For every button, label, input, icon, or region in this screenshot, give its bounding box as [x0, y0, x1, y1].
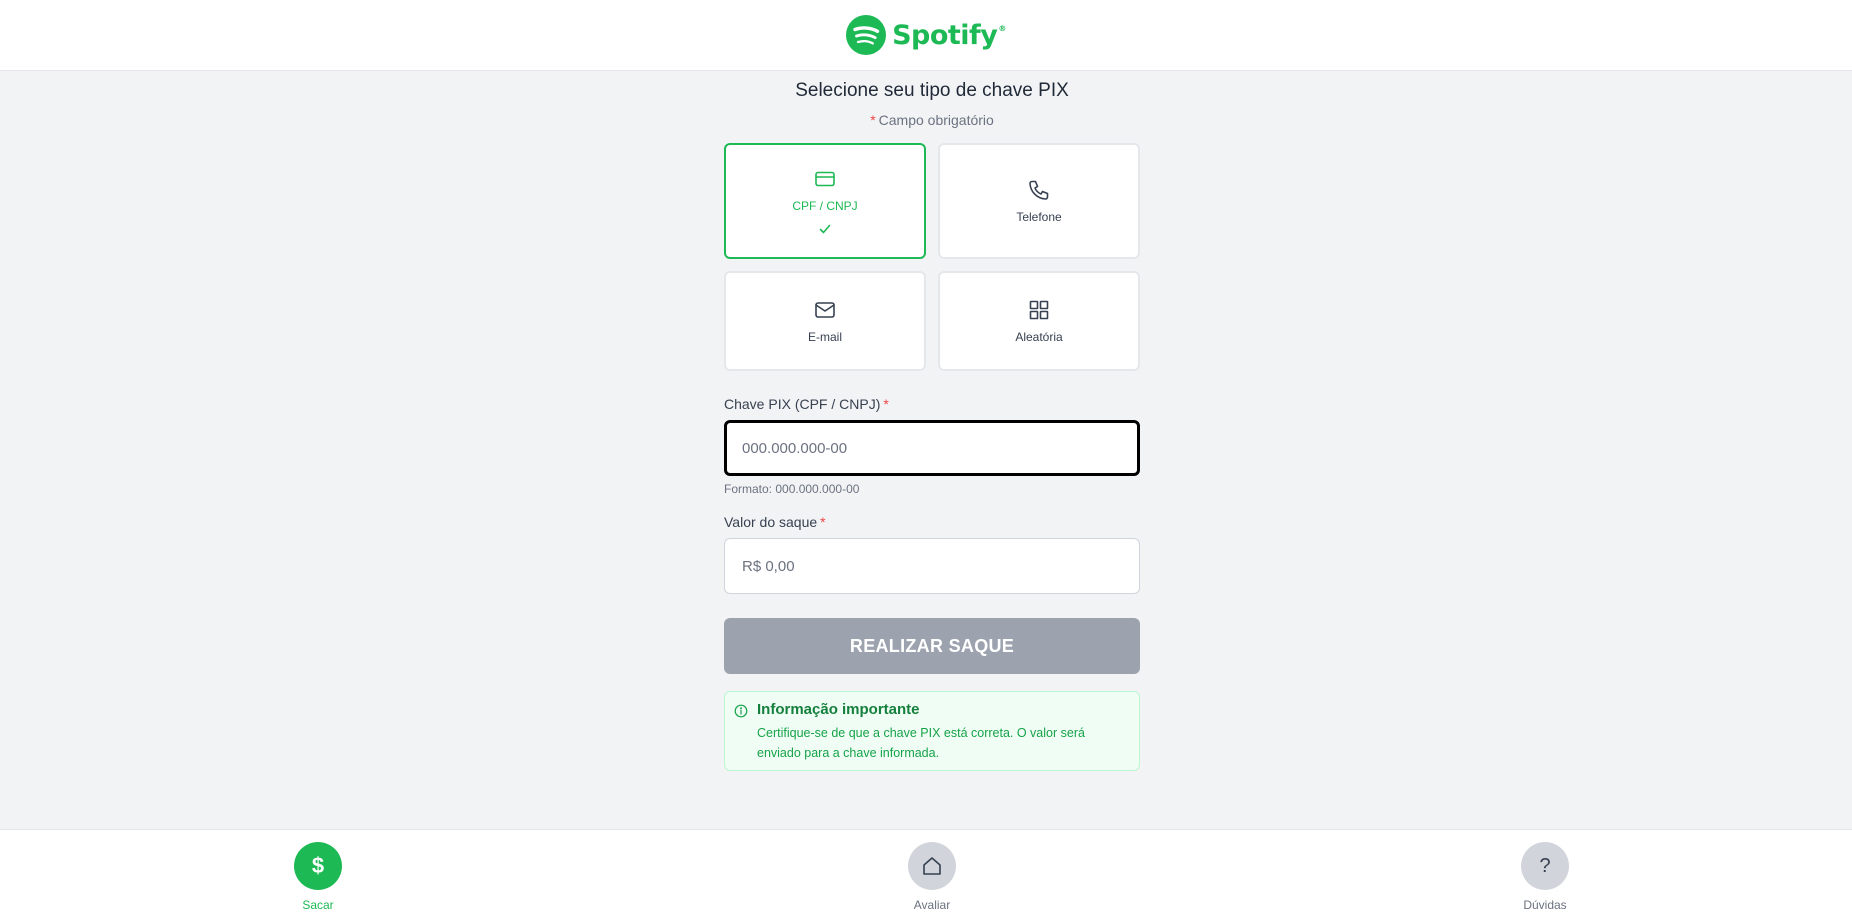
info-box: Informação importante Certifique-se de q…: [724, 691, 1140, 771]
pix-key-label: Chave PIX (CPF / CNPJ) *: [724, 396, 889, 412]
key-type-label: Telefone: [1016, 210, 1062, 224]
logo-text: Spotify®: [892, 19, 1006, 51]
required-note: * Campo obrigatório: [870, 112, 994, 128]
key-type-cpf-cnpj[interactable]: CPF / CNPJ: [724, 143, 926, 259]
required-star: *: [870, 112, 876, 128]
credit-card-icon: [815, 171, 835, 186]
bottom-nav: $ Sacar Avaliar ? Dúvidas: [0, 829, 1852, 915]
key-type-label: CPF / CNPJ: [792, 198, 858, 213]
submit-withdraw-button[interactable]: REALIZAR SAQUE: [724, 618, 1140, 674]
grid-icon: [1029, 300, 1049, 320]
info-text: Certifique-se de que a chave PIX está co…: [757, 726, 1085, 760]
nav-label: Avaliar: [913, 898, 951, 912]
info-title: Informação importante: [757, 701, 920, 718]
amount-label: Valor do saque *: [724, 514, 826, 530]
pix-key-hint: Formato: 000.000.000-00: [724, 482, 860, 496]
dollar-icon: $: [294, 842, 342, 890]
nav-avaliar[interactable]: Avaliar: [892, 842, 972, 912]
key-type-telefone[interactable]: Telefone: [938, 143, 1140, 259]
page-title: Selecione seu tipo de chave PIX: [795, 80, 1069, 101]
nav-label: Sacar: [302, 898, 334, 912]
amount-input[interactable]: [724, 538, 1140, 594]
mail-icon: [815, 302, 835, 318]
pix-key-input[interactable]: [724, 420, 1140, 476]
info-icon: [734, 704, 748, 718]
nav-duvidas[interactable]: ? Dúvidas: [1505, 842, 1585, 912]
nav-label: Dúvidas: [1523, 898, 1567, 912]
key-type-grid: CPF / CNPJ Telefone E-mail Aleatória: [724, 143, 1140, 371]
withdraw-form: Selecione seu tipo de chave PIX * Campo o…: [724, 71, 1140, 771]
key-type-email[interactable]: E-mail: [724, 271, 926, 371]
nav-sacar[interactable]: $ Sacar: [278, 842, 358, 912]
question-icon: ?: [1521, 842, 1569, 890]
spotify-logo[interactable]: Spotify®: [846, 15, 1006, 55]
spotify-logo-icon: [846, 15, 887, 55]
home-icon: [908, 842, 956, 890]
top-bar: Spotify®: [0, 0, 1852, 71]
key-type-label: Aleatória: [1015, 330, 1063, 344]
key-type-label: E-mail: [807, 330, 842, 344]
key-type-aleatoria[interactable]: Aleatória: [938, 271, 1140, 371]
phone-icon: [1029, 180, 1049, 200]
check-icon: [819, 224, 831, 233]
